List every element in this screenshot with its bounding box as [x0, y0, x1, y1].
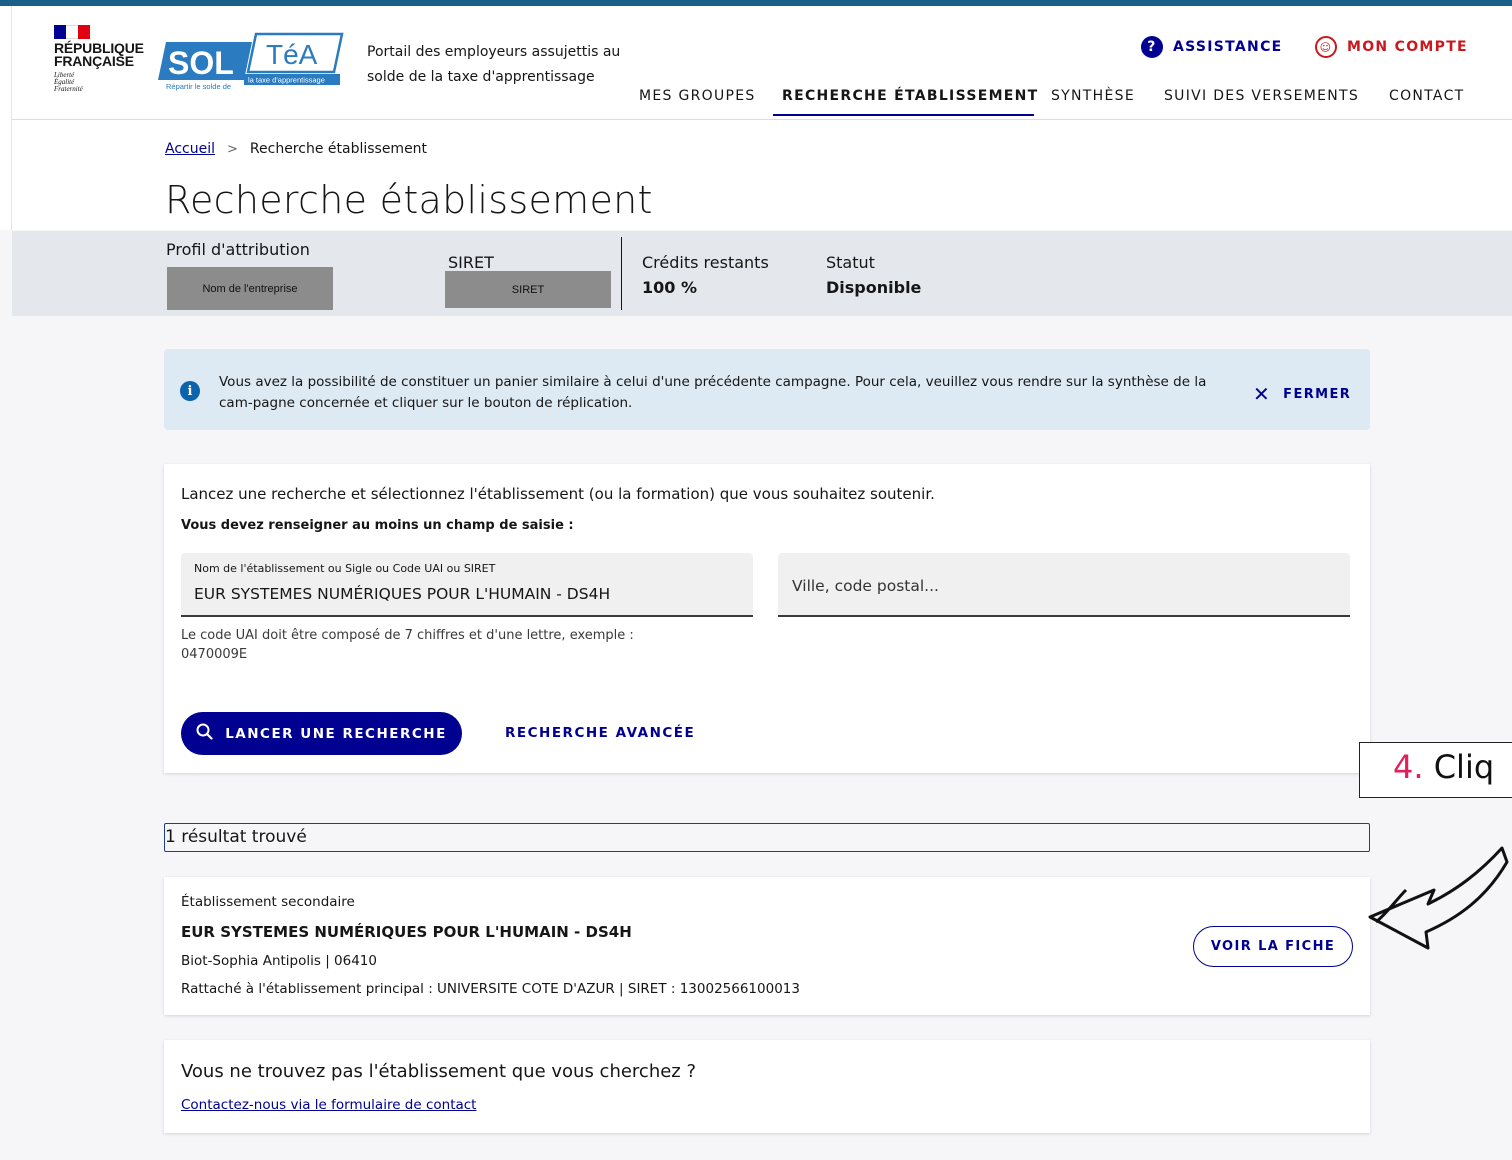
profile-divider	[621, 237, 622, 310]
header-divider	[12, 119, 1512, 120]
breadcrumb-home-link[interactable]: Accueil	[165, 141, 215, 157]
search-icon	[196, 723, 213, 744]
city-placeholder[interactable]: Ville, code postal...	[792, 577, 939, 595]
info-icon: i	[180, 381, 200, 401]
user-circle-icon: ☺	[1315, 36, 1337, 58]
account-label: MON COMPTE	[1347, 39, 1468, 55]
uai-hint: Le code UAI doit être composé de 7 chiff…	[181, 628, 634, 662]
view-record-button[interactable]: VOIR LA FICHE	[1193, 926, 1353, 967]
nav-contact[interactable]: CONTACT	[1389, 88, 1465, 104]
result-attachment: Rattaché à l'établissement principal : U…	[181, 981, 800, 997]
nav-recherche-etablissement[interactable]: RECHERCHE ÉTABLISSEMENT	[782, 88, 1039, 104]
establishment-name-value[interactable]: EUR SYSTEMES NUMÉRIQUES POUR L'HUMAIN - …	[194, 585, 610, 603]
assistance-label: ASSISTANCE	[1173, 39, 1283, 55]
portal-tagline: Portail des employeurs assujettis au sol…	[367, 44, 621, 85]
annotation-number: 4.	[1393, 748, 1424, 786]
annotation-label: Cliq	[1433, 748, 1495, 786]
nav-active-underline	[773, 114, 1034, 116]
not-found-title: Vous ne trouvez pas l'établissement que …	[181, 1061, 697, 1082]
siret-box[interactable]: SIRET	[445, 271, 611, 308]
logo-sol-text: SOL	[168, 45, 234, 81]
status-value: Disponible	[826, 278, 922, 297]
result-type: Établissement secondaire	[181, 894, 355, 910]
launch-search-button[interactable]: LANCER UNE RECHERCHE	[181, 712, 462, 755]
rf-title-line-2: FRANÇAISE	[54, 53, 134, 69]
contact-form-link[interactable]: Contactez-nous via le formulaire de cont…	[181, 1097, 476, 1113]
flag-icon	[54, 25, 90, 39]
establishment-name-label: Nom de l'établissement ou Sigle ou Code …	[194, 562, 496, 575]
rf-motto-3: Fraternité	[54, 85, 83, 93]
search-intro: Lancez une recherche et sélectionnez l'é…	[181, 485, 935, 503]
nav-mes-groupes[interactable]: MES GROUPES	[639, 88, 756, 104]
question-circle-icon: ?	[1141, 36, 1163, 58]
close-icon: ✕	[1253, 382, 1272, 406]
info-alert-text: Vous avez la possibilité de constituer u…	[219, 374, 1207, 411]
logo-sub-right: la taxe d'apprentissage	[248, 76, 325, 85]
advanced-search-button[interactable]: RECHERCHE AVANCÉE	[505, 725, 695, 741]
chevron-right-icon: >	[227, 141, 238, 157]
nav-synthese[interactable]: SYNTHÈSE	[1051, 88, 1135, 104]
close-alert-button[interactable]: ✕ FERMER	[1253, 382, 1351, 406]
page-title: Recherche établissement	[165, 178, 653, 222]
result-location: Biot-Sophia Antipolis | 06410	[181, 953, 377, 969]
result-name: EUR SYSTEMES NUMÉRIQUES POUR L'HUMAIN - …	[181, 923, 632, 941]
not-found-card	[164, 1040, 1370, 1133]
company-name-box[interactable]: Nom de l'entreprise	[167, 267, 333, 310]
results-count: 1 résultat trouvé	[164, 823, 1370, 852]
logo-tea-text: TéA	[266, 39, 318, 70]
credits-label: Crédits restants	[642, 253, 769, 272]
credits-value: 100 %	[642, 278, 697, 297]
assistance-link[interactable]: ? ASSISTANCE	[1141, 36, 1283, 58]
hand-drawn-arrow-icon	[1368, 846, 1509, 950]
logo-sub-left: Répartir le solde de	[166, 82, 231, 91]
nav-suivi-des-versements[interactable]: SUIVI DES VERSEMENTS	[1164, 88, 1359, 104]
launch-search-label: LANCER UNE RECHERCHE	[225, 725, 447, 742]
siret-label: SIRET	[448, 253, 494, 272]
breadcrumb-current: Recherche établissement	[249, 141, 428, 157]
annotation-text: 4. Cliq	[1393, 748, 1494, 786]
republique-francaise-logo[interactable]: RÉPUBLIQUE FRANÇAISE Liberté Égalité Fra…	[54, 25, 144, 93]
profile-label: Profil d'attribution	[166, 240, 310, 259]
my-account-link[interactable]: ☺ MON COMPTE	[1315, 36, 1468, 58]
left-edge	[0, 6, 12, 230]
sol-tea-logo[interactable]: SOL TéA Répartir le solde de la taxe d'a…	[154, 30, 344, 92]
search-required-note: Vous devez renseigner au moins un champ …	[181, 518, 574, 533]
breadcrumb: Accueil > Recherche établissement	[165, 141, 427, 157]
status-label: Statut	[826, 253, 875, 272]
close-alert-label: FERMER	[1283, 386, 1352, 402]
